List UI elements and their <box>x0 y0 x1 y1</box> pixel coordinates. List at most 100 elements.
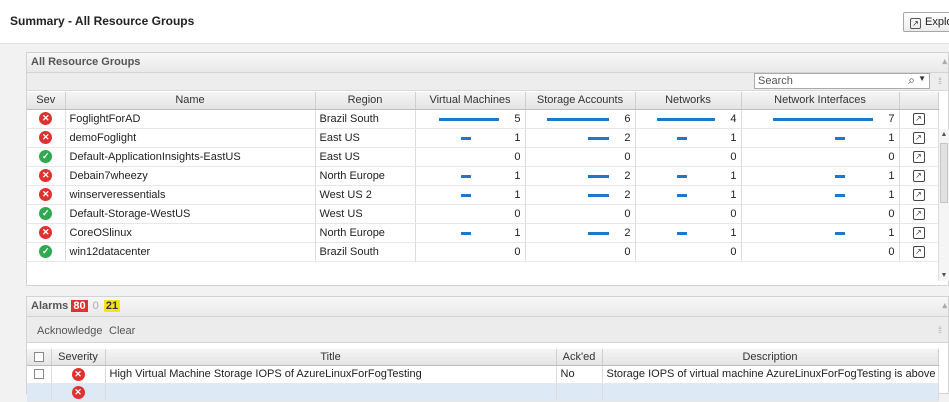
title-bar: Summary - All Resource Groups ↗ Explo <box>0 0 949 44</box>
region-cell: West US <box>315 204 416 224</box>
normal-severity-icon: ✓ <box>39 207 53 220</box>
col-acked[interactable]: Ack'ed <box>556 349 603 366</box>
networks-bar <box>676 136 687 140</box>
sev-cell: ✕ <box>27 223 66 243</box>
select-all-checkbox[interactable] <box>27 349 52 366</box>
critical-severity-icon: ✕ <box>39 226 53 239</box>
storage-cell: 2 <box>525 185 636 205</box>
drilldown-icon[interactable]: ↗ <box>912 189 925 201</box>
nics-bar <box>834 136 845 140</box>
col-name[interactable]: Name <box>65 92 316 110</box>
vm-bar <box>460 193 471 197</box>
groups-toolbar: Search ⌕ ▼ ⁞⁞ <box>27 73 948 91</box>
networks-cell: 0 <box>635 204 742 224</box>
vertical-scrollbar[interactable]: ▲ ▼ <box>938 129 949 281</box>
col-sev[interactable]: Sev <box>27 92 66 110</box>
col-severity[interactable]: Severity <box>51 349 106 366</box>
sev-cell: ✕ <box>27 185 66 205</box>
scroll-thumb[interactable] <box>940 143 948 203</box>
col-virtual-machines[interactable]: Virtual Machines <box>415 92 526 110</box>
nics-bar <box>772 117 873 121</box>
action-cell: ↗ <box>899 204 939 224</box>
alarms-panel: Alarms 80 0 21 ▴ Acknowledge Clear ⁞⁞ Se… <box>26 296 949 402</box>
drilldown-icon[interactable]: ↗ <box>912 151 925 163</box>
search-icon[interactable]: ⌕ <box>908 73 915 88</box>
storage-cell: 6 <box>525 109 636 129</box>
scroll-down-icon[interactable]: ▼ <box>939 270 949 281</box>
action-cell: ↗ <box>899 223 939 243</box>
explore-button[interactable]: ↗ Explo <box>903 12 949 32</box>
table-row[interactable]: ✕ High Virtual Machine Storage IOPS of Az… <box>27 365 939 384</box>
networks-value: 1 <box>730 188 737 201</box>
chevron-down-icon[interactable]: ▼ <box>918 74 926 83</box>
col-title[interactable]: Title <box>105 349 557 366</box>
drilldown-icon[interactable]: ↗ <box>912 170 925 182</box>
name-cell[interactable]: Default-Storage-WestUS <box>65 204 316 224</box>
name-cell[interactable]: Debain7wheezy <box>65 166 316 186</box>
alarms-toolbar: Acknowledge Clear ⁞⁞ <box>27 317 948 343</box>
table-row[interactable]: ✕ CoreOSlinux North Europe 1 2 1 1 ↗ <box>27 223 939 243</box>
table-row[interactable]: ✕ <box>27 383 939 402</box>
vm-cell: 1 <box>415 166 526 186</box>
col-region[interactable]: Region <box>315 92 416 110</box>
name-cell[interactable]: Default-ApplicationInsights-EastUS <box>65 147 316 167</box>
name-cell[interactable]: demoFoglight <box>65 128 316 148</box>
storage-bar <box>587 231 609 235</box>
networks-value: 4 <box>730 112 737 125</box>
critical-count-badge[interactable]: 80 <box>71 300 88 312</box>
col-network-interfaces[interactable]: Network Interfaces <box>741 92 900 110</box>
storage-cell: 2 <box>525 166 636 186</box>
search-input[interactable]: Search ⌕ ▼ <box>754 73 930 89</box>
table-row[interactable]: ✕ demoFoglight East US 1 2 1 1 ↗ <box>27 128 939 148</box>
table-row[interactable]: ✓ Default-Storage-WestUS West US 0 0 0 0 ↗ <box>27 204 939 224</box>
networks-bar <box>656 117 715 121</box>
name-cell[interactable]: FoglightForAD <box>65 109 316 129</box>
drilldown-icon[interactable]: ↗ <box>912 246 925 258</box>
table-row[interactable]: ✕ Debain7wheezy North Europe 1 2 1 1 ↗ <box>27 166 939 186</box>
critical-severity-icon: ✕ <box>39 131 53 144</box>
sev-cell: ✓ <box>27 204 66 224</box>
table-row[interactable]: ✕ FoglightForAD Brazil South 5 6 4 7 ↗ <box>27 109 939 129</box>
severity-cell: ✕ <box>51 365 106 384</box>
nics-cell: 0 <box>741 147 900 167</box>
name-cell[interactable]: win12datacenter <box>65 242 316 262</box>
drag-handle-icon[interactable]: ⁞⁞ <box>938 76 942 86</box>
clear-button[interactable]: Clear <box>109 325 135 337</box>
table-row[interactable]: ✓ win12datacenter Brazil South 0 0 0 0 ↗ <box>27 242 939 262</box>
collapse-icon[interactable]: ▴ <box>942 300 946 311</box>
nics-cell: 1 <box>741 185 900 205</box>
table-row[interactable]: ✓ Default-ApplicationInsights-EastUS East … <box>27 147 939 167</box>
storage-bar <box>546 117 609 121</box>
major-count-badge[interactable]: 0 <box>91 300 101 312</box>
storage-value: 2 <box>624 226 631 239</box>
table-row[interactable]: ✕ winserveressentials West US 2 1 2 1 1 ↗ <box>27 185 939 205</box>
collapse-icon[interactable]: ▴ <box>942 56 946 67</box>
resource-groups-panel: All Resource Groups ▴ Search ⌕ ▼ ⁞⁞ Sev … <box>26 52 949 286</box>
drag-handle-icon[interactable]: ⁞⁞ <box>938 325 942 335</box>
networks-value: 0 <box>730 207 737 220</box>
networks-cell: 1 <box>635 128 742 148</box>
networks-cell: 1 <box>635 185 742 205</box>
sev-cell: ✕ <box>27 109 66 129</box>
warning-count-badge[interactable]: 21 <box>103 300 121 312</box>
scroll-up-icon[interactable]: ▲ <box>939 129 949 140</box>
vm-cell: 0 <box>415 204 526 224</box>
networks-cell: 1 <box>635 223 742 243</box>
col-storage-accounts[interactable]: Storage Accounts <box>525 92 636 110</box>
drilldown-icon[interactable]: ↗ <box>912 132 925 144</box>
nics-cell: 0 <box>741 242 900 262</box>
row-checkbox[interactable] <box>27 365 52 384</box>
drilldown-icon[interactable]: ↗ <box>912 113 925 125</box>
networks-bar <box>676 231 687 235</box>
title-cell[interactable]: High Virtual Machine Storage IOPS of Azu… <box>105 365 557 384</box>
acknowledge-button[interactable]: Acknowledge <box>37 325 102 337</box>
storage-cell: 0 <box>525 147 636 167</box>
name-cell[interactable]: winserveressentials <box>65 185 316 205</box>
sev-cell: ✕ <box>27 166 66 186</box>
drilldown-icon[interactable]: ↗ <box>912 208 925 220</box>
col-networks[interactable]: Networks <box>635 92 742 110</box>
name-cell[interactable]: CoreOSlinux <box>65 223 316 243</box>
vm-value: 1 <box>514 188 521 201</box>
col-description[interactable]: Description <box>602 349 939 366</box>
drilldown-icon[interactable]: ↗ <box>912 227 925 239</box>
